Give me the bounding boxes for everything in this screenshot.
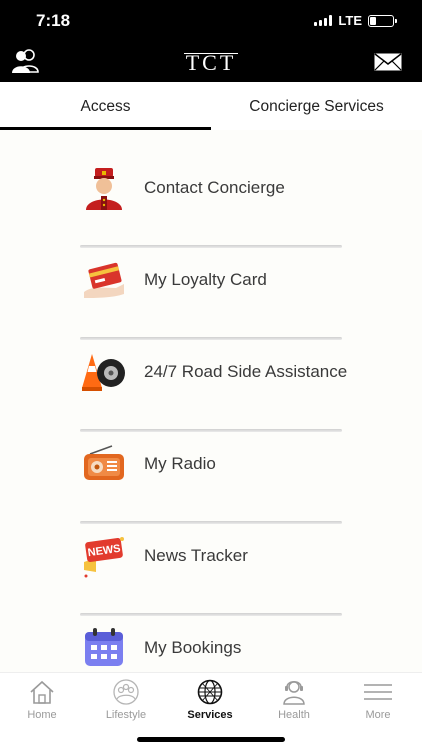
health-icon bbox=[283, 681, 305, 705]
nav-label: Services bbox=[187, 709, 233, 721]
list-item-label: News Tracker bbox=[144, 546, 248, 565]
mail-icon[interactable] bbox=[374, 53, 402, 71]
home-indicator[interactable] bbox=[137, 737, 285, 742]
app-logo-text: TCT bbox=[183, 50, 239, 75]
radio-icon bbox=[84, 445, 124, 480]
nav-label: Home bbox=[27, 709, 57, 721]
news-icon: NEWS bbox=[84, 537, 124, 578]
list-item-label: My Loyalty Card bbox=[144, 270, 267, 289]
globe-icon bbox=[197, 679, 223, 705]
nav-health[interactable]: Health bbox=[252, 679, 336, 721]
list-item-label: My Bookings bbox=[144, 638, 242, 657]
services-list: Contact Concierge My Loyalty Card 24/7 R… bbox=[0, 130, 422, 672]
signal-icon bbox=[314, 15, 333, 26]
nav-lifestyle[interactable]: Lifestyle bbox=[84, 679, 168, 721]
app-logo: TCT bbox=[0, 50, 422, 76]
roadside-assistance-icon bbox=[82, 354, 125, 391]
concierge-icon bbox=[86, 168, 122, 210]
nav-more[interactable]: More bbox=[336, 679, 420, 721]
list-item-label: My Radio bbox=[144, 454, 216, 473]
nav-label: Health bbox=[278, 709, 310, 721]
calendar-icon bbox=[85, 628, 123, 666]
list-item-news-tracker[interactable]: NEWS News Tracker bbox=[30, 520, 392, 616]
menu-icon bbox=[364, 684, 392, 700]
list-item-road-side-assistance[interactable]: 24/7 Road Side Assistance bbox=[30, 336, 392, 432]
tab-bar: Access Concierge Services bbox=[0, 82, 422, 131]
nav-label: More bbox=[365, 709, 391, 721]
nav-label: Lifestyle bbox=[105, 709, 147, 721]
status-indicators: LTE bbox=[314, 13, 397, 28]
list-item-contact-concierge[interactable]: Contact Concierge bbox=[30, 152, 392, 248]
lifestyle-icon bbox=[113, 679, 139, 705]
tab-concierge-services[interactable]: Concierge Services bbox=[211, 82, 422, 130]
nav-services[interactable]: Services bbox=[168, 679, 252, 721]
network-label: LTE bbox=[338, 13, 362, 28]
battery-level bbox=[370, 16, 376, 25]
nav-home[interactable]: Home bbox=[0, 679, 84, 721]
list-item-label: 24/7 Road Side Assistance bbox=[144, 362, 348, 381]
loyalty-card-icon bbox=[84, 262, 124, 298]
status-bar: 7:18 LTE bbox=[0, 0, 422, 40]
home-icon bbox=[30, 680, 54, 704]
list-item-loyalty-card[interactable]: My Loyalty Card bbox=[30, 244, 392, 340]
app-header: TCT bbox=[0, 40, 422, 82]
tab-access[interactable]: Access bbox=[0, 82, 211, 130]
list-item-my-radio[interactable]: My Radio bbox=[30, 428, 392, 524]
battery-icon bbox=[368, 14, 397, 27]
list-item-my-bookings[interactable]: My Bookings bbox=[30, 612, 392, 672]
status-time: 7:18 bbox=[36, 11, 71, 30]
list-item-label: Contact Concierge bbox=[144, 178, 285, 197]
